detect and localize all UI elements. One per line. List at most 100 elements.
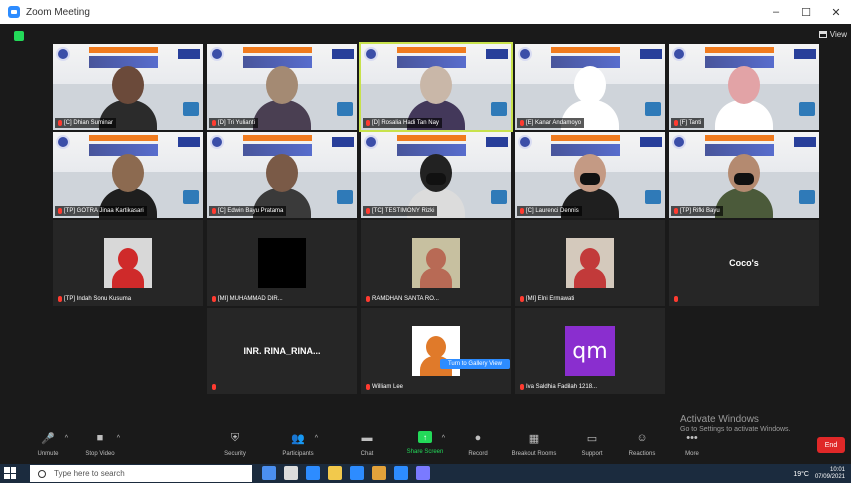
participant-name-label: [TP] Indah Sonu Kusuma <box>55 294 134 304</box>
minimize-button[interactable]: – <box>761 0 791 24</box>
security-button[interactable]: ⛨ Security <box>205 427 265 461</box>
taskbar-clock[interactable]: 10:01 07/09/2021 <box>815 467 845 481</box>
gallery-view-pill[interactable]: Turn to Gallery View <box>440 359 510 369</box>
toolbar-label: Breakout Rooms <box>511 451 557 457</box>
partner-logo-icon <box>178 49 200 59</box>
participant-name-label: [MI] Elni Ermawati <box>517 294 577 304</box>
muted-mic-icon <box>674 208 678 214</box>
device-icon <box>799 190 815 204</box>
participant-tile[interactable]: [TP] Rifki Bayu <box>669 132 819 218</box>
muted-mic-icon <box>212 120 216 126</box>
close-button[interactable]: ✕ <box>821 0 851 24</box>
title-bar: Zoom Meeting – ☐ ✕ <box>0 0 851 24</box>
participant-name-label: [C] Laurenci Dennis <box>517 206 582 216</box>
participant-name-label: [E] Kanar Andamoyo <box>517 118 585 128</box>
taskbar-app-icon[interactable] <box>262 466 276 480</box>
chevron-up-icon[interactable]: ^ <box>442 435 445 442</box>
search-placeholder: Type here to search <box>54 469 125 478</box>
taskbar-app-icon[interactable] <box>372 466 386 480</box>
participants-button[interactable]: 👥 Participants ^ <box>268 427 328 461</box>
record-button[interactable]: ● Record <box>448 427 508 461</box>
participant-tile[interactable]: RAMDHAN SANTA RO... <box>361 220 511 306</box>
participant-display-name: Coco's <box>729 258 759 268</box>
university-logo-icon <box>56 47 70 61</box>
participant-name: RAMDHAN SANTA RO... <box>372 296 439 302</box>
grid-view-icon <box>818 31 827 38</box>
breakout-rooms-icon: ▦ <box>528 432 540 445</box>
university-logo-icon <box>56 135 70 149</box>
unmute-button[interactable]: 🎤 Unmute ^ <box>18 427 78 461</box>
participant-avatar <box>412 238 460 288</box>
participant-tile[interactable]: William Lee <box>361 308 511 394</box>
participant-tile[interactable]: [TP] Indah Sonu Kusuma <box>53 220 203 306</box>
participant-name-label: [D] Rosalia Hadi Tan Nay <box>363 118 442 128</box>
taskbar-app-icon[interactable] <box>284 466 298 480</box>
weather-text: 19°C <box>793 470 809 478</box>
participant-tile[interactable]: [C] Edwin Bayu Pratama <box>207 132 357 218</box>
chevron-up-icon[interactable]: ^ <box>65 435 68 442</box>
toolbar-label: Record <box>468 451 488 457</box>
participant-tile[interactable]: [MI] MUHAMMAD DIR... <box>207 220 357 306</box>
university-logo-icon <box>672 47 686 61</box>
toolbar-label: Stop Video <box>85 451 115 457</box>
chevron-up-icon[interactable]: ^ <box>117 435 120 442</box>
participant-tile[interactable]: [E] Kanar Andamoyo <box>515 44 665 130</box>
participant-tile[interactable]: [D] Tri Yulianti <box>207 44 357 130</box>
participant-tile[interactable]: qm Iva Saldhia Fadilah 1218... <box>515 308 665 394</box>
view-button[interactable]: View <box>818 30 847 39</box>
toolbar-label: Unmute <box>37 451 59 457</box>
participant-tile[interactable]: [C] Laurenci Dennis <box>515 132 665 218</box>
device-icon <box>645 190 661 204</box>
participant-tile[interactable]: [TP] GOTRA Jinaa Kartikasari <box>53 132 203 218</box>
muted-mic-icon <box>366 208 370 214</box>
participant-name: [D] Tri Yulianti <box>218 120 255 126</box>
participant-name-label: [C] Edwin Bayu Pratama <box>209 206 287 216</box>
unmute-icon: 🎤 <box>41 432 55 445</box>
taskbar-app-icon[interactable] <box>416 466 430 480</box>
participant-tile[interactable]: [F] Tanti <box>669 44 819 130</box>
system-tray: 19°C 10:01 07/09/2021 <box>793 467 845 481</box>
participant-tile[interactable]: INR. RINA_RINA... <box>207 308 357 394</box>
muted-mic-icon <box>366 120 370 126</box>
participant-name-label: [F] Tanti <box>671 118 705 128</box>
muted-mic-icon <box>520 296 524 302</box>
participant-name-label: [TP] GOTRA Jinaa Kartikasari <box>55 206 147 216</box>
toolbar-label: More <box>685 451 699 457</box>
toolbar-label: Reactions <box>628 451 656 457</box>
clock-date: 07/09/2021 <box>814 474 845 480</box>
chat-button[interactable]: ▬ Chat <box>337 427 397 461</box>
participant-tile[interactable]: Coco's <box>669 220 819 306</box>
taskbar-app-icon[interactable] <box>350 466 364 480</box>
participants-icon: 👥 <box>291 432 305 445</box>
participant-tile[interactable]: [D] Rosalia Hadi Tan Nay <box>359 42 513 132</box>
toolbar-label: Security <box>224 451 246 457</box>
activate-windows-watermark: Activate Windows Go to Settings to activ… <box>680 414 791 433</box>
maximize-button[interactable]: ☐ <box>791 0 821 24</box>
participant-tile[interactable]: [C] Dhian Suminar <box>53 44 203 130</box>
partner-logo-icon <box>178 137 200 147</box>
end-meeting-button[interactable]: End <box>817 437 845 453</box>
muted-mic-icon <box>674 296 678 302</box>
university-logo-icon <box>672 135 686 149</box>
participant-name-label: [TC] TESTIMONY Rizki <box>363 206 438 216</box>
participant-tile[interactable]: [MI] Elni Ermawati <box>515 220 665 306</box>
taskbar-app-icon[interactable] <box>394 466 408 480</box>
windows-taskbar: Type here to search 19°C 10:01 07/09/202… <box>0 464 851 483</box>
encryption-shield-icon[interactable] <box>14 31 24 41</box>
windows-start-icon[interactable] <box>4 467 16 479</box>
taskbar-app-icon[interactable] <box>306 466 320 480</box>
partner-logo-icon <box>332 137 354 147</box>
participant-name: [TP] Rifki Bayu <box>680 208 720 214</box>
taskbar-app-icon[interactable] <box>328 466 342 480</box>
breakout-rooms-button[interactable]: ▦ Breakout Rooms <box>504 427 564 461</box>
stop-video-button[interactable]: ■ Stop Video ^ <box>70 427 130 461</box>
participant-name: [C] Laurenci Dennis <box>526 208 579 214</box>
share-screen-button[interactable]: ↑ Share Screen ^ <box>395 427 455 461</box>
taskbar-search-box[interactable]: Type here to search <box>30 465 252 482</box>
participant-avatar <box>258 238 306 288</box>
partner-logo-icon <box>640 137 662 147</box>
participant-tile[interactable]: [TC] TESTIMONY Rizki <box>361 132 511 218</box>
partner-logo-icon <box>332 49 354 59</box>
toolbar-label: Share Screen <box>406 449 444 455</box>
chevron-up-icon[interactable]: ^ <box>315 435 318 442</box>
